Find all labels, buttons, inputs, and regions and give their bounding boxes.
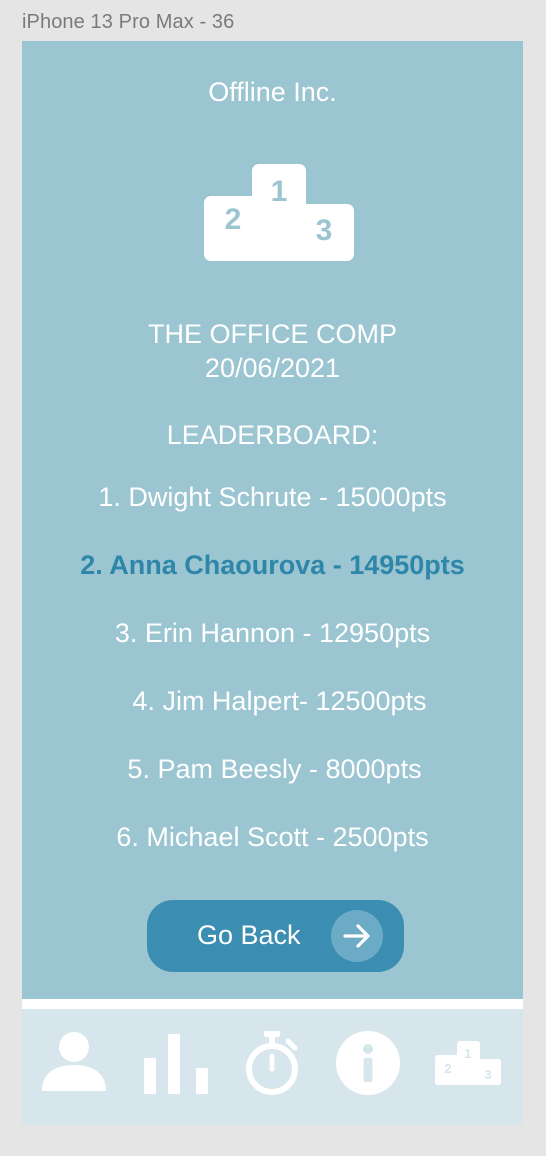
go-back-button[interactable]: Go Back <box>147 900 404 972</box>
podium-third-label: 3 <box>316 214 333 247</box>
leaderboard-entry: 4. Jim Halpert- 12500pts <box>132 686 427 716</box>
person-icon <box>42 1032 106 1091</box>
leaderboard-entry: 5. Pam Beesly - 8000pts <box>127 754 422 784</box>
company-name: Offline Inc. <box>208 77 337 107</box>
leaderboard-entry: 1. Dwight Schrute - 15000pts <box>98 482 447 512</box>
tab-stats[interactable] <box>140 1009 212 1125</box>
podium-second-label: 2 <box>444 1061 451 1076</box>
podium-first-label: 1 <box>271 175 288 208</box>
arrow-right-icon <box>331 910 383 962</box>
frame-label: iPhone 13 Pro Max - 36 <box>22 11 235 33</box>
leaderboard-entry-highlighted: 2. Anna Chaourova - 14950pts <box>80 550 465 580</box>
podium-second-label: 2 <box>225 203 242 236</box>
leaderboard-entry: 6. Michael Scott - 2500pts <box>116 822 429 852</box>
leaderboard-entry: 3. Erin Hannon - 12950pts <box>114 618 431 648</box>
competition-name: THE OFFICE COMP <box>148 319 397 349</box>
bar-chart-icon <box>144 1034 208 1094</box>
leaderboard-title: LEADERBOARD: <box>166 420 379 450</box>
podium-icon: 1 2 3 <box>435 1041 501 1085</box>
info-icon <box>336 1031 400 1095</box>
podium-first-label: 1 <box>464 1046 471 1061</box>
tab-timer[interactable] <box>240 1009 304 1125</box>
tab-info[interactable] <box>332 1009 404 1125</box>
go-back-label: Go Back <box>197 920 301 950</box>
competition-heading: THE OFFICE COMP 20/06/2021 <box>22 317 523 385</box>
podium-third-label: 3 <box>484 1067 491 1082</box>
stopwatch-icon <box>246 1031 298 1095</box>
podium-icon: 1 2 3 <box>204 164 354 261</box>
leaderboard-screen: Offline Inc. 1 2 3 THE OFFICE COMP 20/06… <box>22 41 523 999</box>
tab-leaderboard[interactable]: 1 2 3 <box>432 1009 504 1125</box>
tab-bar: 1 2 3 <box>22 1009 523 1125</box>
competition-date: 20/06/2021 <box>204 353 341 383</box>
phone-frame: Offline Inc. 1 2 3 THE OFFICE COMP 20/06… <box>22 41 523 1125</box>
tab-profile[interactable] <box>40 1009 110 1125</box>
